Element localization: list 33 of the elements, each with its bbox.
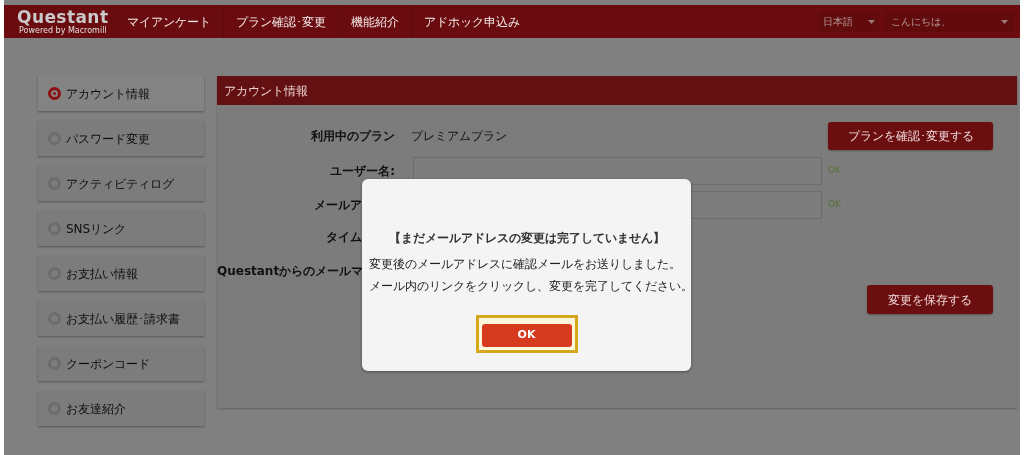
user-menu[interactable]: こんにちは、: [885, 11, 1014, 32]
sidebar-item[interactable]: お支払い情報: [38, 256, 204, 291]
field-label: Questantからのメールマ: [217, 264, 364, 278]
plan-value: プレミアムプラン: [411, 128, 507, 145]
nav-link[interactable]: プラン確認･変更: [223, 5, 338, 38]
field-label: 利用中のプラン: [311, 129, 395, 143]
logo[interactable]: Questant: [17, 8, 114, 26]
nav-link[interactable]: マイアンケート: [114, 5, 223, 38]
sidebar-item[interactable]: クーポンコード: [38, 346, 204, 381]
sidebar-item[interactable]: アクティビティログ: [38, 166, 204, 201]
dialog-title: 【まだメールアドレスの変更は完了していません】: [388, 230, 665, 247]
sidebar-item[interactable]: お友達紹介: [38, 391, 204, 426]
sidebar-item[interactable]: アカウント情報: [38, 76, 204, 111]
sidebar-item[interactable]: パスワード変更: [38, 121, 204, 156]
sidebar-item[interactable]: お支払い履歴･請求書: [38, 301, 204, 336]
plan-change-button[interactable]: プランを確認･変更する: [828, 122, 993, 150]
valid-status: OK: [828, 198, 841, 212]
field-label: タイム: [326, 230, 362, 244]
dialog-message: メール内のリンクをクリックし、変更を完了してください。: [368, 278, 685, 295]
field-label: ユーザー名:: [330, 164, 395, 178]
panel-title: アカウント情報: [217, 76, 1017, 105]
dialog-message: 変更後のメールアドレスに確認メールをお送りしました。: [368, 256, 682, 273]
sidebar-item[interactable]: SNSリンク: [38, 211, 204, 246]
dropdown-caret-icon: [868, 19, 875, 24]
valid-status: OK: [828, 164, 841, 178]
logo-tagline: Powered by Macromill: [19, 26, 107, 35]
nav-link[interactable]: 機能紹介: [338, 5, 411, 38]
dropdown-caret-icon: [1001, 19, 1008, 24]
ok-button[interactable]: OK: [481, 323, 572, 347]
nav-link[interactable]: アドホック申込み: [411, 5, 532, 38]
language-select[interactable]: 日本語: [819, 11, 879, 32]
field-label: メールア: [314, 198, 362, 212]
save-button[interactable]: 変更を保存する: [867, 285, 993, 314]
